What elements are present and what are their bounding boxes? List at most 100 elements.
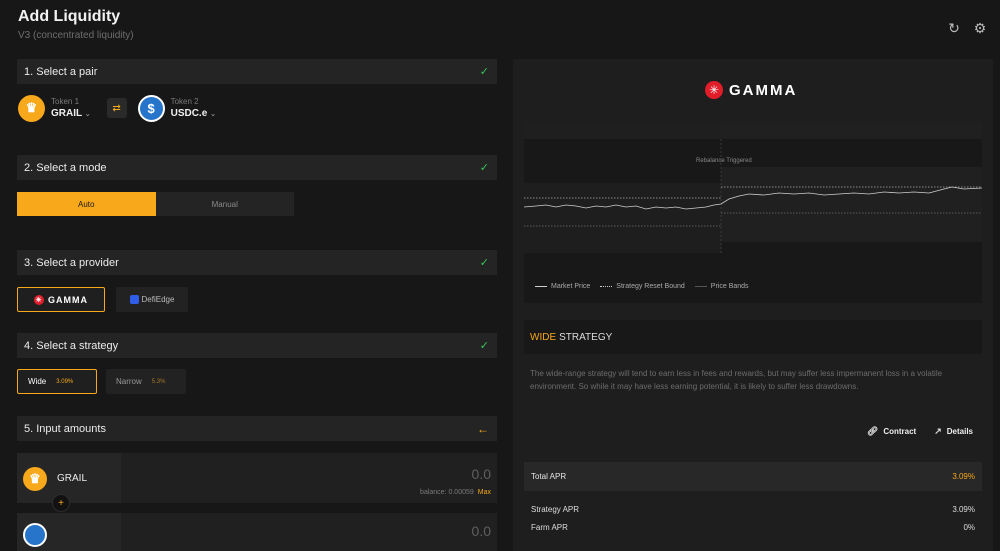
- chart-legend: Market Price Strategy Reset Bound Price …: [535, 283, 749, 290]
- details-link[interactable]: ↗ Details: [934, 426, 973, 437]
- total-apr-value: 3.09%: [952, 472, 975, 481]
- strategy-apr-value: 3.09%: [952, 505, 975, 514]
- step-select-pair[interactable]: 1. Select a pair ✓: [17, 59, 497, 84]
- legend-bands-label: Price Bands: [710, 283, 749, 290]
- pair-selector: ♛ Token 1 GRAIL ⌄ ⇄ $ Token 2 USDC.e ⌄: [17, 84, 497, 132]
- step-label: 3. Select a provider: [24, 256, 119, 269]
- token2-selector[interactable]: $ Token 2 USDC.e ⌄: [137, 94, 216, 122]
- strategy-header: WIDE STRATEGY: [524, 320, 982, 354]
- strategy-wide-label: Wide: [28, 377, 47, 386]
- divider: [17, 503, 497, 505]
- provider-options: ✳ GAMMA DefiEdge: [17, 287, 497, 312]
- step-label: 5. Input amounts: [24, 422, 106, 435]
- chart-band-left-top: [524, 123, 721, 139]
- token1-balance-text: balance: 0.00059: [420, 489, 474, 496]
- page-subtitle: V3 (concentrated liquidity): [18, 30, 134, 41]
- token2-amount-input[interactable]: 0.0: [472, 523, 491, 539]
- defiedge-logo-icon: [129, 295, 139, 304]
- strategy-narrow-label: Narrow: [116, 377, 142, 386]
- strategy-wide-button[interactable]: Wide 3.09%: [17, 369, 97, 394]
- token1-amount-token: ♛ GRAIL: [17, 453, 121, 504]
- swap-tokens-button[interactable]: ⇄: [106, 98, 127, 118]
- legend-reset-bound: Strategy Reset Bound: [600, 283, 685, 290]
- price-chart-svg: [523, 123, 983, 303]
- step-select-strategy[interactable]: 4. Select a strategy ✓: [17, 333, 497, 358]
- grail-token-icon: ♛: [18, 94, 45, 122]
- step-select-provider[interactable]: 3. Select a provider ✓: [17, 250, 497, 275]
- legend-market-price: Market Price: [535, 283, 590, 290]
- contract-label: Contract: [883, 427, 917, 436]
- price-chart: Rebalance Triggered: [523, 123, 983, 303]
- total-apr-row: Total APR 3.09%: [524, 462, 982, 491]
- page-header: Add Liquidity V3 (concentrated liquidity…: [18, 8, 134, 41]
- strategy-narrow-button[interactable]: Narrow 5.3%: [106, 369, 186, 394]
- chart-band-right: [721, 167, 982, 242]
- chevron-down-icon: ⌄: [84, 111, 91, 118]
- token1-symbol: GRAIL: [51, 108, 82, 119]
- token1-selector[interactable]: ♛ Token 1 GRAIL ⌄: [18, 94, 91, 122]
- token2-amount-field[interactable]: 0.0: [17, 513, 497, 551]
- provider-defiedge-label: DefiEdge: [141, 295, 175, 304]
- provider-defiedge-button[interactable]: DefiEdge: [116, 287, 188, 312]
- usdc-token-icon: $: [137, 94, 165, 122]
- farm-apr-label: Farm APR: [531, 523, 568, 532]
- gear-icon[interactable]: ⚙: [972, 20, 988, 36]
- header-actions: ↻ ⚙: [946, 20, 988, 36]
- gamma-logo-icon: ✳: [705, 81, 723, 99]
- token2-amount-token: [17, 513, 121, 551]
- legend-swatch: [600, 286, 613, 287]
- contract-link[interactable]: 🔗︎ Contract: [867, 426, 916, 437]
- legend-swatch: [694, 286, 707, 287]
- mode-manual-button[interactable]: Manual: [155, 192, 294, 216]
- strategy-panel: ✳ GAMMA Rebalance Triggered Market Price…: [513, 59, 993, 551]
- token1-balance: balance: 0.00059 Max: [420, 489, 491, 496]
- strategy-apr-label: Strategy APR: [531, 505, 580, 514]
- check-icon: ✓: [479, 257, 489, 269]
- token1-amount-input[interactable]: 0.0: [472, 466, 491, 482]
- strategy-options: Wide 3.09% Narrow 5.3%: [17, 369, 497, 394]
- step-label: 4. Select a strategy: [24, 339, 119, 352]
- strategy-highlight: WIDE: [530, 331, 557, 343]
- mode-toggle: Auto Manual: [17, 192, 294, 216]
- provider-gamma-label: GAMMA: [48, 294, 88, 305]
- liquidity-form: 1. Select a pair ✓ ♛ Token 1 GRAIL ⌄ ⇄ $…: [17, 59, 497, 551]
- legend-market-label: Market Price: [551, 283, 591, 290]
- farm-apr-value: 0%: [963, 523, 975, 532]
- swap-icon: ⇄: [112, 102, 121, 114]
- step-input-amounts[interactable]: 5. Input amounts ←: [17, 416, 497, 441]
- legend-reset-label: Strategy Reset Bound: [616, 283, 685, 290]
- gamma-logo-icon: ✳: [34, 294, 44, 305]
- gamma-brand-text: GAMMA: [729, 81, 798, 99]
- grail-token-icon: ♛: [23, 466, 47, 491]
- strategy-narrow-apr: 5.3%: [151, 378, 166, 385]
- page-title: Add Liquidity: [18, 8, 121, 25]
- chart-band-right-top: [721, 123, 982, 139]
- chart-band-left: [524, 183, 721, 253]
- step-select-mode[interactable]: 2. Select a mode ✓: [17, 155, 497, 180]
- legend-swatch: [535, 286, 547, 287]
- token2-symbol: USDC.e: [170, 108, 208, 119]
- strategy-apr-row: Strategy APR 3.09%: [524, 505, 982, 514]
- farm-apr-row: Farm APR 0%: [524, 523, 982, 532]
- rebalance-annotation: Rebalance Triggered: [696, 158, 752, 164]
- refresh-icon[interactable]: ↻: [946, 20, 962, 36]
- check-icon: ✓: [479, 340, 489, 352]
- link-icon: 🔗︎: [866, 426, 879, 436]
- gamma-brand: ✳ GAMMA: [705, 81, 797, 99]
- check-icon: ✓: [479, 162, 489, 174]
- token1-amount-field[interactable]: ♛ GRAIL 0.0 balance: 0.00059 Max +: [17, 453, 497, 512]
- legend-price-bands: Price Bands: [694, 283, 749, 290]
- details-label: Details: [946, 427, 973, 436]
- mode-auto-button[interactable]: Auto: [17, 192, 156, 216]
- usdc-token-icon: [23, 523, 47, 547]
- token1-amount-symbol: GRAIL: [57, 473, 88, 484]
- max-button[interactable]: Max: [478, 489, 491, 496]
- token1-label: Token 1: [51, 97, 80, 106]
- provider-gamma-button[interactable]: ✳ GAMMA: [17, 287, 105, 312]
- step-label: 2. Select a mode: [24, 161, 107, 174]
- external-link-icon: ↗: [934, 426, 942, 436]
- chevron-down-icon: ⌄: [210, 111, 216, 118]
- arrow-left-icon: ←: [477, 421, 489, 436]
- strategy-links: 🔗︎ Contract ↗ Details: [867, 426, 973, 437]
- token2-label: Token 2: [170, 97, 199, 106]
